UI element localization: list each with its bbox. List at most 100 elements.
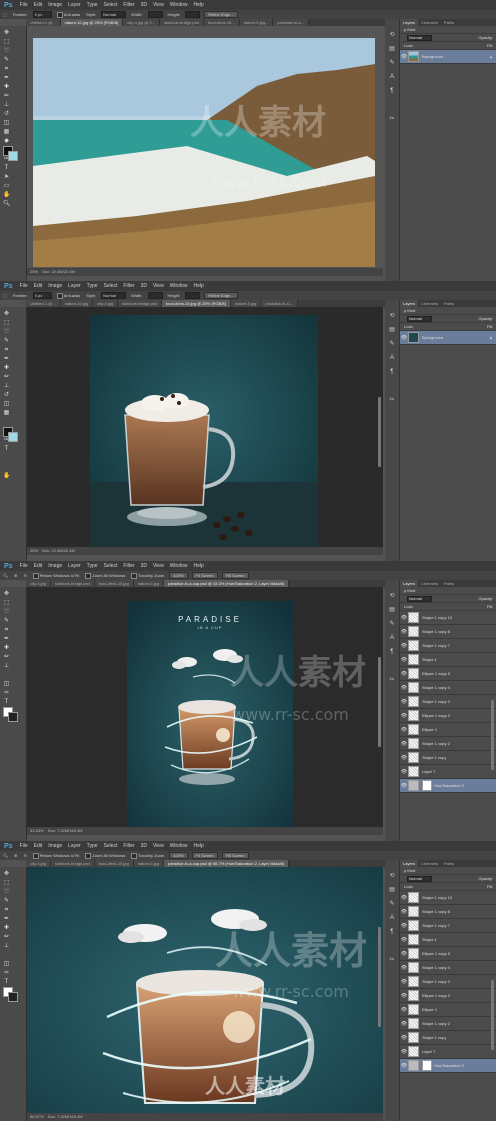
eyedropper-icon[interactable]: ✒ — [3, 636, 10, 643]
zoom-in-icon[interactable]: ⊕ — [11, 853, 20, 858]
menu-layer[interactable]: Layer — [65, 843, 84, 849]
doc-tab-active[interactable]: paradise-in-a-cup.psd @ 33.3% (Hue/Satur… — [164, 580, 290, 587]
doc-tab[interactable]: nature-5.jpg — [133, 580, 165, 587]
height-input[interactable] — [185, 11, 201, 18]
menu-window[interactable]: Window — [167, 283, 191, 289]
tab-channels[interactable]: Channels — [418, 19, 441, 26]
menu-filter[interactable]: Filter — [120, 843, 137, 849]
layers-scrollbar[interactable] — [491, 980, 494, 1050]
type-tool-icon[interactable]: T — [3, 699, 10, 706]
layer-row[interactable]: 👁︎ Shape 1 copy 2 — [400, 1017, 496, 1031]
zoom-out-icon[interactable]: ⊖ — [20, 573, 29, 578]
doc-tab[interactable]: paradise-in-a-... — [261, 300, 299, 307]
marquee-tool-icon[interactable]: ⬚ — [0, 12, 10, 17]
pen-tool-icon[interactable]: ✑ — [3, 970, 10, 977]
quick-select-icon[interactable]: ✎ — [3, 618, 10, 625]
menu-layer[interactable]: Layer — [65, 2, 84, 8]
layer-row[interactable]: 👁︎ Shape 1 — [400, 653, 496, 667]
layer-row[interactable]: 👁︎ Layer 7 — [400, 765, 496, 779]
eye-icon[interactable]: 👁︎ — [400, 965, 408, 971]
layer-row[interactable]: 👁︎ Shape 1 copy 4 — [400, 681, 496, 695]
layer-row[interactable]: 👁︎ Shape 1 copy 10 — [400, 611, 496, 625]
eye-icon[interactable]: 👁︎ — [400, 671, 408, 677]
menu-file[interactable]: File — [17, 2, 31, 8]
doc-tab-active[interactable]: paradise-in-a-cup.psd @ 66.7% (Hue/Satur… — [164, 860, 290, 867]
lasso-tool-icon[interactable]: ➰ — [3, 329, 10, 336]
eye-icon[interactable]: 👁︎ — [400, 741, 408, 747]
paragraph-icon[interactable]: ¶ — [388, 648, 396, 656]
eye-icon[interactable]: 👁︎ — [400, 1007, 408, 1013]
background-color[interactable] — [8, 992, 18, 1002]
eraser-icon[interactable]: ◫ — [3, 401, 10, 408]
zoom-tool-icon[interactable]: 🔍︎ — [3, 201, 11, 208]
lasso-tool-icon[interactable]: ➰ — [3, 609, 10, 616]
zoom-in-icon[interactable]: ⊕ — [11, 573, 20, 578]
blend-mode-select[interactable]: Normal — [407, 34, 432, 41]
layer-row[interactable]: 👁︎ Shape 1 copy 8 — [400, 625, 496, 639]
tool-presets-icon[interactable]: ✂ — [388, 396, 396, 404]
brush-panel-icon[interactable]: ✎ — [388, 900, 396, 908]
brush-panel-icon[interactable]: ✎ — [388, 59, 396, 67]
crop-tool-icon[interactable]: ⌗ — [3, 66, 10, 73]
vertical-scrollbar[interactable] — [378, 657, 381, 747]
doc-tab[interactable]: food-drink-15... — [203, 19, 240, 26]
menu-3d[interactable]: 3D — [138, 843, 150, 849]
tab-paths[interactable]: Paths — [441, 860, 457, 867]
character-icon[interactable]: A — [388, 634, 396, 642]
crop-tool-icon[interactable]: ⌗ — [3, 627, 10, 634]
layer-mask-thumbnail[interactable] — [422, 1060, 432, 1071]
menu-file[interactable]: File — [17, 563, 31, 569]
menu-edit[interactable]: Edit — [31, 283, 46, 289]
eye-icon[interactable]: 👁︎ — [400, 1063, 408, 1069]
refine-edge-button[interactable]: Refine Edge... — [204, 11, 238, 18]
gradient-icon[interactable]: ▦ — [3, 410, 10, 417]
layer-row[interactable]: 👁︎ Shape 1 copy — [400, 751, 496, 765]
properties-icon[interactable]: ▤ — [388, 326, 396, 334]
eye-icon[interactable]: 👁︎ — [400, 643, 408, 649]
kind-filter[interactable]: ρ Kind — [404, 867, 415, 874]
kind-filter[interactable]: ρ Kind — [404, 307, 415, 314]
menu-image[interactable]: Image — [45, 843, 65, 849]
resize-windows-checkbox[interactable]: Resize Windows to Fit — [30, 852, 83, 859]
tab-layers[interactable]: Layers — [400, 300, 419, 307]
history-icon[interactable]: ⟲ — [388, 31, 396, 39]
tab-paths[interactable]: Paths — [441, 580, 457, 587]
doc-tab[interactable]: food-drink-15.jpg — [94, 860, 134, 867]
tab-layers[interactable]: Layers — [400, 580, 419, 587]
tool-presets-icon[interactable]: ✂ — [388, 676, 396, 684]
eye-icon[interactable]: 👁︎ — [400, 335, 408, 341]
kind-filter[interactable]: ρ Kind — [404, 26, 415, 33]
menu-edit[interactable]: Edit — [31, 2, 46, 8]
menu-select[interactable]: Select — [101, 283, 121, 289]
lasso-tool-icon[interactable]: ➰ — [3, 889, 10, 896]
layer-row[interactable]: 👁︎ Ellipse 1 copy 5 — [400, 947, 496, 961]
gradient-icon[interactable]: ▦ — [3, 129, 10, 136]
layer-row[interactable]: 👁︎ Ellipse 1 copy 2 — [400, 709, 496, 723]
healing-brush-icon[interactable]: ✚ — [3, 925, 10, 932]
quick-select-icon[interactable]: ✎ — [3, 338, 10, 345]
resize-windows-checkbox[interactable]: Resize Windows to Fit — [30, 572, 83, 579]
doc-tab[interactable]: Untitled-1 @... — [26, 19, 61, 26]
doc-tab[interactable]: city-4.jpg @ 2... — [123, 19, 161, 26]
eye-icon[interactable]: 👁︎ — [400, 993, 408, 999]
doc-tab[interactable]: nature-5.jpg... — [239, 19, 274, 26]
brush-tool-icon[interactable]: ✏ — [3, 654, 10, 661]
zoom-100-button[interactable]: 100% — [169, 572, 188, 579]
height-input[interactable] — [185, 292, 201, 299]
eraser-icon[interactable]: ◫ — [3, 120, 10, 127]
doc-tab[interactable]: nature-5.jpg — [231, 300, 262, 307]
layer-row[interactable]: 👁︎ Shape 1 copy 3 — [400, 975, 496, 989]
quick-select-icon[interactable]: ✎ — [3, 57, 10, 64]
doc-tab-active[interactable]: food-drink-15.jpg @ 25% (RGB/8) — [161, 300, 231, 307]
layer-row[interactable]: 👁︎ Shape 1 copy 10 — [400, 891, 496, 905]
quick-select-icon[interactable]: ✎ — [3, 898, 10, 905]
move-tool-icon[interactable]: ✥ — [3, 591, 10, 598]
menu-filter[interactable]: Filter — [120, 283, 137, 289]
eye-icon[interactable]: 👁︎ — [400, 895, 408, 901]
marquee-tool-icon[interactable]: ⬚ — [3, 39, 10, 46]
crop-tool-icon[interactable]: ⌗ — [3, 907, 10, 914]
tab-channels[interactable]: Channels — [418, 300, 441, 307]
crop-tool-icon[interactable]: ⌗ — [3, 347, 10, 354]
menu-filter[interactable]: Filter — [120, 563, 137, 569]
antialias-checkbox[interactable]: Anti-alias — [54, 11, 83, 18]
